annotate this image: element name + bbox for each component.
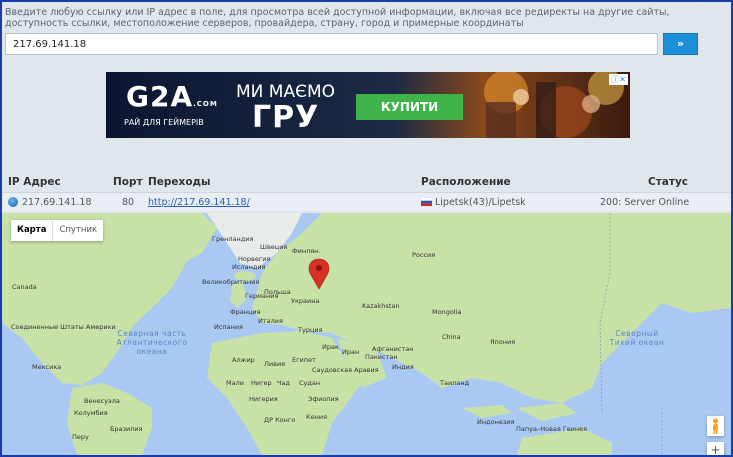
ad-slogan-line1: МИ МАЄМО — [236, 82, 336, 102]
map-label-niger: Нигер — [251, 379, 272, 387]
row-location: Lipetsk(43)/Lipetsk — [435, 197, 526, 208]
map-label-china: China — [442, 333, 461, 341]
ad-logo: G2A.COM — [126, 80, 218, 113]
map-label-turkey: Турция — [298, 326, 323, 334]
map-label-thailand: Таиланд — [440, 379, 470, 387]
url-input[interactable] — [5, 33, 658, 55]
ocean-label-north-atlantic: Северная часть Атлантического океана — [116, 329, 188, 356]
ocean-label-north-pacific: Северный Тихий океан — [609, 329, 665, 347]
page-frame: Введите любую ссылку или IP адрес в поле… — [2, 2, 731, 455]
map-type-map-button[interactable]: Карта — [11, 220, 52, 241]
map-label-peru: Перу — [72, 433, 89, 441]
col-ip: IP Адрес — [8, 176, 61, 188]
russia-flag-icon — [421, 198, 432, 206]
results-table-header: IP Адрес Порт Переходы Расположение Стат… — [2, 172, 731, 190]
map-label-afghanistan: Афганистан — [372, 345, 414, 353]
map-label-finland: Финлян. — [292, 247, 321, 255]
map-label-kazakhstan: Kazakhstan — [362, 302, 400, 310]
map-label-drc: ДР Конго — [264, 416, 296, 424]
row-status: 200: Server Online — [600, 197, 690, 208]
map-label-kenya: Кения — [306, 413, 327, 421]
map-view[interactable]: Canada Гренландия Исландия Швеция Финлян… — [2, 213, 731, 455]
map-label-colombia: Колумбия — [74, 409, 108, 417]
map-label-russia: Россия — [412, 251, 436, 259]
col-location: Расположение — [421, 176, 511, 188]
table-row: 217.69.141.18 80 http://217.69.141.18/ L… — [2, 192, 731, 211]
map-label-spain: Испания — [214, 323, 244, 331]
row-redirect-link[interactable]: http://217.69.141.18/ — [148, 197, 250, 208]
globe-icon — [8, 197, 18, 207]
row-ip: 217.69.141.18 — [22, 197, 92, 208]
map-label-mongolia: Mongolia — [432, 308, 462, 316]
map-label-iraq: Ирак — [322, 343, 339, 351]
ad-slogan-line2: ГРУ — [252, 100, 320, 135]
map-label-mexico: Мексика — [32, 363, 62, 371]
col-status: Статус — [648, 176, 689, 188]
map-label-pakistan: Пакистан — [365, 353, 398, 361]
zoom-in-button[interactable]: + — [707, 442, 724, 455]
map-label-sudan: Судан — [299, 379, 321, 387]
map-label-brazil: Бразилия — [110, 425, 143, 433]
ad-banner[interactable]: G2A.COM РАЙ ДЛЯ ГЕЙМЕРІВ МИ МАЄМО ГРУ КУ… — [106, 72, 630, 138]
map-label-saudi: Саудовская Аравия — [312, 366, 379, 374]
map-label-france: Франция — [230, 308, 261, 316]
map-label-libya: Ливия — [264, 360, 286, 368]
map-label-japan: Япония — [490, 338, 516, 346]
adchoices-icon[interactable]: ⓘ✕ — [609, 74, 628, 85]
map-label-chad: Чад — [277, 379, 290, 387]
map-type-satellite-button[interactable]: Спутник — [52, 220, 103, 241]
map-label-sweden: Швеция — [260, 243, 288, 251]
map-label-nigeria: Нигерия — [249, 395, 278, 403]
map-label-canada: Canada — [12, 283, 37, 291]
map-label-venezuela: Венесуэла — [84, 397, 120, 405]
map-label-usa: Соединенные Штаты Америки — [11, 323, 116, 331]
submit-button[interactable]: » — [663, 33, 698, 55]
ad-buy-button[interactable]: КУПИТИ — [356, 94, 463, 120]
map-label-uk: Великобритания — [202, 278, 260, 286]
map-type-control: Карта Спутник — [11, 220, 104, 241]
map-label-iceland: Исландия — [232, 263, 266, 271]
map-label-egypt: Египет — [292, 356, 316, 364]
map-label-mali: Мали — [226, 379, 244, 387]
map-label-algeria: Алжир — [232, 356, 255, 364]
pegman-icon[interactable] — [707, 416, 724, 436]
map-label-indonesia: Индонезия — [477, 418, 515, 426]
map-label-india: Индия — [392, 363, 414, 371]
col-redirects: Переходы — [148, 176, 211, 188]
map-label-png: Папуа–Новая Гвинея — [516, 425, 588, 433]
ad-tagline: РАЙ ДЛЯ ГЕЙМЕРІВ — [124, 118, 204, 127]
map-label-ethiopia: Эфиопия — [308, 395, 339, 403]
map-label-iran: Иран — [342, 348, 360, 356]
map-label-italy: Италия — [258, 317, 283, 325]
map-label-greenland: Гренландия — [212, 235, 254, 243]
intro-text: Введите любую ссылку или IP адрес в поле… — [5, 7, 670, 29]
row-port: 80 — [122, 197, 135, 208]
map-label-norway: Норвегия — [238, 255, 271, 263]
map-label-poland: Польша — [264, 288, 291, 296]
col-port: Порт — [113, 176, 143, 188]
map-label-ukraine: Украина — [291, 297, 320, 305]
